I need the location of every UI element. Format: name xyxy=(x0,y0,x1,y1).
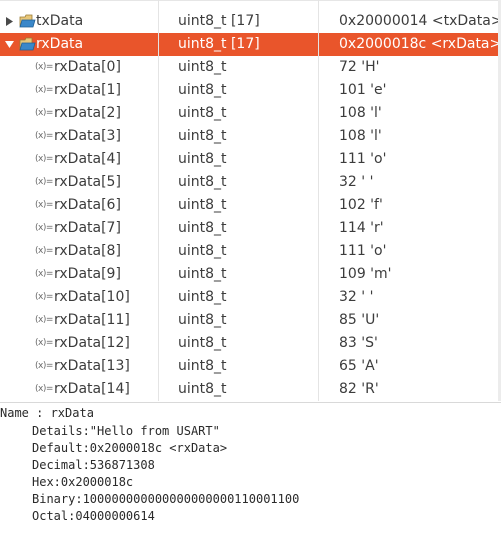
tree-row-element[interactable]: (x)= rxData[8] uint8_t 111 'o' xyxy=(0,240,501,263)
tree-row-element[interactable]: (x)= rxData[6] uint8_t 102 'f' xyxy=(0,194,501,217)
variable-name: rxData[5] xyxy=(54,174,121,190)
variable-type: uint8_t xyxy=(178,174,227,190)
variable-name: rxData[6] xyxy=(54,197,121,213)
tree-row-element[interactable]: (x)= rxData[2] uint8_t 108 'l' xyxy=(0,102,501,125)
variable-value: 32 ' ' xyxy=(339,289,374,305)
tree-row-element[interactable]: (x)= rxData[9] uint8_t 109 'm' xyxy=(0,263,501,286)
variable-icon: (x)= xyxy=(35,85,53,95)
details-pane[interactable]: Name : rxData Details:"Hello from USART"… xyxy=(0,402,501,546)
variable-value: 0x20000014 <txData> xyxy=(339,13,501,29)
variable-type: uint8_t xyxy=(178,266,227,282)
array-variable-icon xyxy=(19,37,36,52)
variable-name: rxData[8] xyxy=(54,243,121,259)
tree-row-element[interactable]: (x)= rxData[10] uint8_t 32 ' ' xyxy=(0,286,501,309)
variable-type: uint8_t xyxy=(178,105,227,121)
detail-name: Name : rxData xyxy=(0,406,94,420)
tree-row-element[interactable]: (x)= rxData[12] uint8_t 83 'S' xyxy=(0,332,501,355)
variable-icon: (x)= xyxy=(35,200,53,210)
variable-value: 101 'e' xyxy=(339,82,387,98)
collapse-arrow-icon[interactable] xyxy=(3,33,15,56)
variable-value: 72 'H' xyxy=(339,59,380,75)
variable-type: uint8_t xyxy=(178,335,227,351)
column-divider[interactable] xyxy=(158,0,159,401)
variable-icon: (x)= xyxy=(35,62,53,72)
variable-type: uint8_t xyxy=(178,220,227,236)
variable-type: uint8_t [17] xyxy=(178,13,260,29)
variable-type: uint8_t xyxy=(178,243,227,259)
variable-icon: (x)= xyxy=(35,131,53,141)
variable-value: 108 'l' xyxy=(339,128,382,144)
variable-value: 82 'R' xyxy=(339,381,379,397)
variable-type: uint8_t [17] xyxy=(178,36,260,52)
variable-value: 102 'f' xyxy=(339,197,383,213)
variable-value: 111 'o' xyxy=(339,151,387,167)
tree-row-element[interactable]: (x)= rxData[11] uint8_t 85 'U' xyxy=(0,309,501,332)
variable-name: rxData[0] xyxy=(54,59,121,75)
variables-tree[interactable]: txData uint8_t [17] 0x20000014 <txData> … xyxy=(0,0,501,401)
variable-value: 108 'l' xyxy=(339,105,382,121)
variable-name: txData xyxy=(36,13,84,29)
variable-name: rxData[4] xyxy=(54,151,121,167)
variable-type: uint8_t xyxy=(178,289,227,305)
variable-name: rxData[13] xyxy=(54,358,130,374)
variable-value: 65 'A' xyxy=(339,358,379,374)
detail-binary: Binary:100000000000000000000110001100 xyxy=(32,492,300,506)
variable-icon: (x)= xyxy=(35,361,53,371)
variable-icon: (x)= xyxy=(35,154,53,164)
detail-default: Default:0x2000018c <rxData> xyxy=(32,441,228,455)
variable-icon: (x)= xyxy=(35,338,53,348)
variable-value: 111 'o' xyxy=(339,243,387,259)
variable-type: uint8_t xyxy=(178,197,227,213)
variable-type: uint8_t xyxy=(178,312,227,328)
variable-name: rxData[11] xyxy=(54,312,130,328)
tree-row-element[interactable]: (x)= rxData[14] uint8_t 82 'R' xyxy=(0,378,501,401)
variable-icon: (x)= xyxy=(35,384,53,394)
tree-row-rxdata[interactable]: rxData uint8_t [17] 0x2000018c <rxData> xyxy=(0,33,501,56)
variable-type: uint8_t xyxy=(178,59,227,75)
detail-octal: Octal:04000000614 xyxy=(32,509,155,523)
variable-name: rxData[1] xyxy=(54,82,121,98)
variable-name: rxData[12] xyxy=(54,335,130,351)
variable-icon: (x)= xyxy=(35,315,53,325)
expand-arrow-icon[interactable] xyxy=(4,10,16,33)
variable-icon: (x)= xyxy=(35,108,53,118)
array-variable-icon xyxy=(19,14,36,29)
variable-icon: (x)= xyxy=(35,292,53,302)
detail-details: Details:"Hello from USART" xyxy=(32,424,220,438)
variable-type: uint8_t xyxy=(178,151,227,167)
variable-name: rxData[10] xyxy=(54,289,130,305)
variable-icon: (x)= xyxy=(35,269,53,279)
tree-row-element[interactable]: (x)= rxData[4] uint8_t 111 'o' xyxy=(0,148,501,171)
variable-value: 32 ' ' xyxy=(339,174,374,190)
tree-row-element[interactable]: (x)= rxData[13] uint8_t 65 'A' xyxy=(0,355,501,378)
variable-value: 114 'r' xyxy=(339,220,384,236)
tree-row-element[interactable]: (x)= rxData[5] uint8_t 32 ' ' xyxy=(0,171,501,194)
variable-name: rxData[2] xyxy=(54,105,121,121)
detail-decimal: Decimal:536871308 xyxy=(32,458,155,472)
variable-icon: (x)= xyxy=(35,223,53,233)
variable-icon: (x)= xyxy=(35,246,53,256)
variable-value: 85 'U' xyxy=(339,312,380,328)
variable-value: 109 'm' xyxy=(339,266,392,282)
variable-name: rxData[9] xyxy=(54,266,121,282)
variable-type: uint8_t xyxy=(178,128,227,144)
column-divider[interactable] xyxy=(318,0,319,401)
variable-value: 83 'S' xyxy=(339,335,378,351)
variable-type: uint8_t xyxy=(178,358,227,374)
tree-row-element[interactable]: (x)= rxData[0] uint8_t 72 'H' xyxy=(0,56,501,79)
tree-row-element[interactable]: (x)= rxData[7] uint8_t 114 'r' xyxy=(0,217,501,240)
header-divider xyxy=(0,0,501,1)
tree-row-element[interactable]: (x)= rxData[1] uint8_t 101 'e' xyxy=(0,79,501,102)
variable-name: rxData[3] xyxy=(54,128,121,144)
detail-hex: Hex:0x2000018c xyxy=(32,475,134,489)
tree-row-element[interactable]: (x)= rxData[3] uint8_t 108 'l' xyxy=(0,125,501,148)
variable-name: rxData[14] xyxy=(54,381,130,397)
variable-icon: (x)= xyxy=(35,177,53,187)
tree-row-txdata[interactable]: txData uint8_t [17] 0x20000014 <txData> xyxy=(0,10,501,33)
variable-name: rxData xyxy=(36,36,84,52)
variable-type: uint8_t xyxy=(178,381,227,397)
variable-value: 0x2000018c <rxData> xyxy=(339,36,501,52)
variable-type: uint8_t xyxy=(178,82,227,98)
variable-name: rxData[7] xyxy=(54,220,121,236)
